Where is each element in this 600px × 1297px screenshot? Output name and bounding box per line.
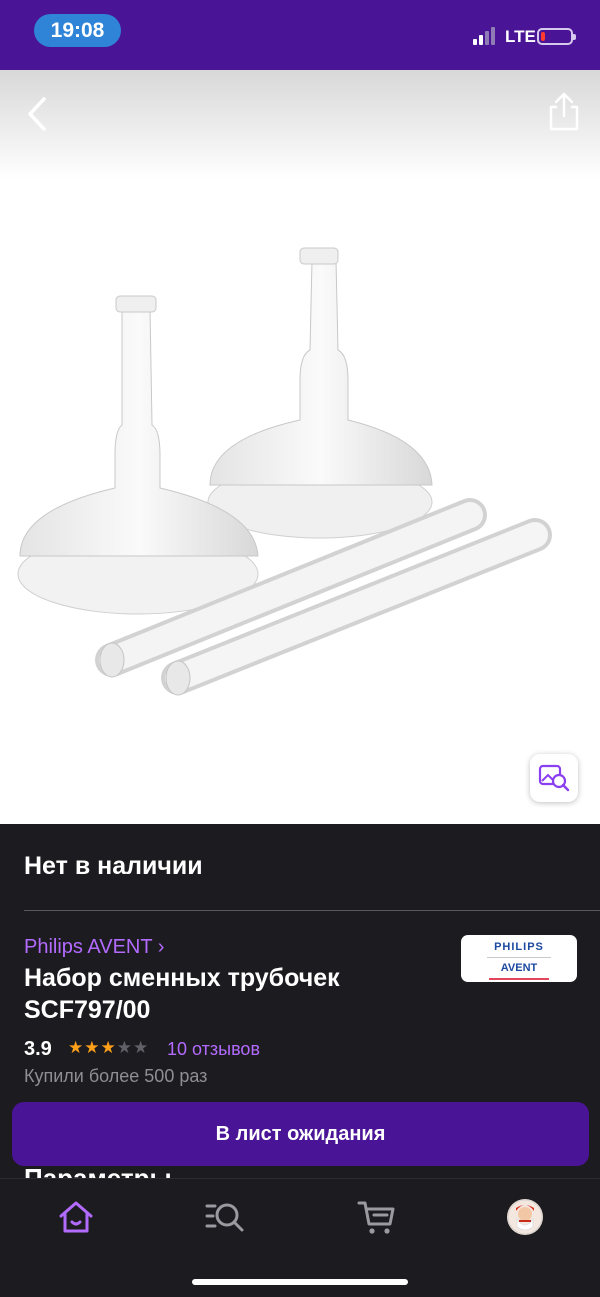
avatar	[507, 1199, 543, 1235]
photo-search-button[interactable]	[530, 754, 578, 802]
brand-link[interactable]: Philips AVENT ›	[24, 936, 164, 959]
battery-level	[541, 32, 545, 41]
home-indicator	[192, 1279, 408, 1285]
waitlist-button[interactable]: В лист ожидания	[12, 1102, 589, 1166]
image-search-icon	[538, 764, 570, 792]
tab-profile[interactable]	[507, 1199, 543, 1235]
tab-cart[interactable]	[357, 1197, 397, 1237]
cart-icon	[357, 1201, 395, 1234]
divider	[24, 910, 600, 911]
home-icon	[59, 1201, 93, 1233]
stock-status: Нет в наличии	[24, 852, 203, 880]
search-catalog-icon	[205, 1203, 244, 1232]
product-image-gallery[interactable]	[0, 70, 600, 824]
product-title: Набор сменных трубочек SCF797/00	[24, 964, 340, 1024]
brand-logo-line1: PHILIPS	[494, 941, 544, 953]
star-filled-icon: ★	[84, 1038, 101, 1057]
signal-icon	[473, 27, 499, 45]
share-button[interactable]	[546, 92, 582, 132]
bought-count: Купили более 500 раз	[24, 1066, 208, 1086]
status-bar: 19:08 LTE	[0, 0, 600, 70]
brand-logo-line2: AVENT	[500, 962, 538, 974]
battery-icon	[537, 28, 576, 45]
reviews-link[interactable]: 10 отзывов	[167, 1039, 260, 1060]
brand-logo[interactable]: PHILIPS AVENT	[461, 935, 577, 982]
rating-value: 3.9	[24, 1038, 52, 1060]
product-photo	[17, 247, 552, 696]
tab-catalog[interactable]	[205, 1197, 245, 1237]
star-empty-icon: ★	[116, 1038, 133, 1057]
star-empty-icon: ★	[133, 1038, 150, 1057]
share-icon	[549, 92, 579, 131]
network-type: LTE	[505, 27, 536, 46]
star-filled-icon: ★	[68, 1038, 85, 1057]
status-time: 19:08	[34, 14, 121, 47]
chevron-left-icon	[28, 97, 46, 131]
back-button[interactable]	[18, 94, 58, 134]
star-filled-icon: ★	[100, 1038, 117, 1057]
tab-home[interactable]	[56, 1197, 96, 1237]
rating-stars: ★★★★★	[68, 1038, 149, 1058]
